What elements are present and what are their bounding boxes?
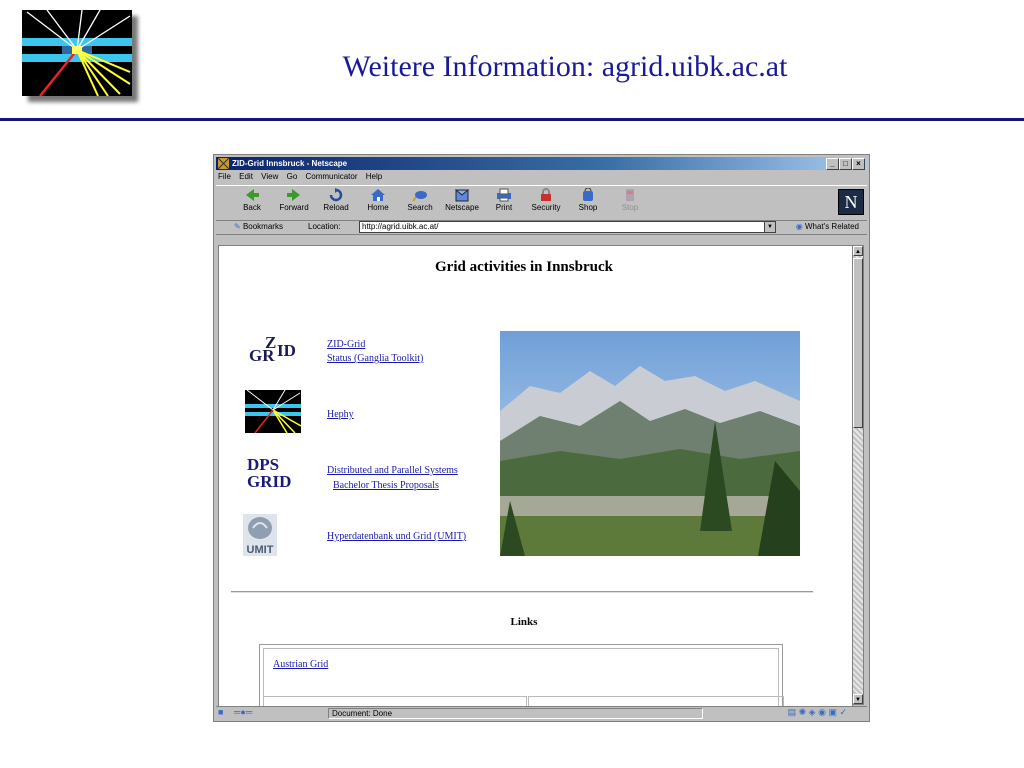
search-button[interactable]: Search [400,188,440,218]
menu-file[interactable]: File [218,172,231,181]
home-icon [371,189,385,201]
links-table: Austrian Grid [259,644,784,706]
links-heading: Links [510,616,538,628]
forward-button[interactable]: Forward [274,188,314,218]
horizontal-rule [231,591,813,593]
link-distributed-parallel-systems[interactable]: Distributed and Parallel Systems [327,465,458,476]
home-button[interactable]: Home [358,188,398,218]
status-text: Document: Done [328,708,703,719]
slide-title: Weitere Information: agrid.uibk.ac.at [342,50,788,83]
title-bar: ZID-Grid Innsbruck - Netscape _ □ × [216,157,867,170]
print-icon [497,188,511,202]
print-button[interactable]: Print [484,188,524,218]
menu-communicator[interactable]: Communicator [306,172,358,181]
search-icon [412,191,427,202]
page-content: Grid activities in Innsbruck Z GR ID ZID… [218,245,853,707]
location-input[interactable]: http://agrid.uibk.ac.at/ [359,221,765,233]
link-hephy[interactable]: Hephy [327,409,354,420]
menu-edit[interactable]: Edit [239,172,253,181]
back-button[interactable]: Back [232,188,272,218]
dps-grid-logo: DPS GRID [247,455,292,491]
scroll-up-button[interactable]: ▲ [853,246,863,256]
reload-button[interactable]: Reload [316,188,356,218]
hephy-logo [245,389,302,434]
link-zid-grid[interactable]: ZID-Grid [327,339,365,350]
component-bar-icons[interactable]: ▤ ✺ ◈ ◉ ▣ ✓ [788,707,847,718]
forward-arrow-icon [287,189,300,201]
vertical-scrollbar[interactable]: ▲ ▼ [852,245,864,705]
minimize-button[interactable]: _ [826,158,839,170]
scroll-down-button[interactable]: ▼ [853,694,863,704]
bookmarks-button[interactable]: ✎ Bookmarks [234,222,283,231]
status-bar: ■ ═●═ Document: Done ▤ ✺ ◈ ◉ ▣ ✓ [216,706,867,719]
close-button[interactable]: × [852,158,865,170]
stop-icon [626,189,634,201]
menu-view[interactable]: View [261,172,278,181]
zid-grid-logo: Z GR ID [249,333,296,365]
stop-button[interactable]: Stop [610,188,650,218]
back-arrow-icon [246,189,259,201]
umit-logo: UMIT [243,514,277,556]
whats-related-button[interactable]: ◉ What's Related [796,222,859,231]
location-toolbar: ✎ Bookmarks Location: http://agrid.uibk.… [216,220,867,235]
location-dropdown-button[interactable]: ▼ [764,221,776,233]
mountain-landscape-photo [500,331,800,556]
shop-icon [583,188,593,201]
menu-go[interactable]: Go [287,172,298,181]
bookmarks-icon: ✎ [234,222,241,231]
related-icon: ◉ [795,222,803,231]
link-ganglia-status[interactable]: Status (Ganglia Toolkit) [327,353,423,364]
netscape-logo[interactable]: N [838,189,864,215]
reload-icon [329,188,343,202]
netscape-button[interactable]: Netscape [442,188,482,218]
netscape-icon [454,189,470,202]
title-divider [0,118,1024,121]
page-heading: Grid activities in Innsbruck [435,259,613,275]
menu-help[interactable]: Help [366,172,382,181]
netscape-window-icon [217,157,230,170]
maximize-button[interactable]: □ [839,158,852,170]
link-austrian-grid[interactable]: Austrian Grid [273,659,328,670]
location-label: Location: [308,222,341,231]
security-icon [541,188,551,201]
particle-collision-logo [22,10,132,96]
link-bachelor-thesis[interactable]: Bachelor Thesis Proposals [333,480,439,491]
link-hyperdatenbank-umit[interactable]: Hyperdatenbank und Grid (UMIT) [327,531,466,542]
navigation-toolbar: Back Forward Reload Home Search Netscape… [216,185,867,221]
window-title: ZID-Grid Innsbruck - Netscape [232,159,348,168]
security-button[interactable]: Security [526,188,566,218]
shop-button[interactable]: Shop [568,188,608,218]
security-lock-icon[interactable]: ■ [218,707,223,717]
browser-window: ZID-Grid Innsbruck - Netscape _ □ × File… [213,154,870,722]
scroll-thumb[interactable] [853,258,863,428]
connection-icon: ═●═ [234,707,253,717]
menu-bar: File Edit View Go Communicator Help [218,172,388,183]
